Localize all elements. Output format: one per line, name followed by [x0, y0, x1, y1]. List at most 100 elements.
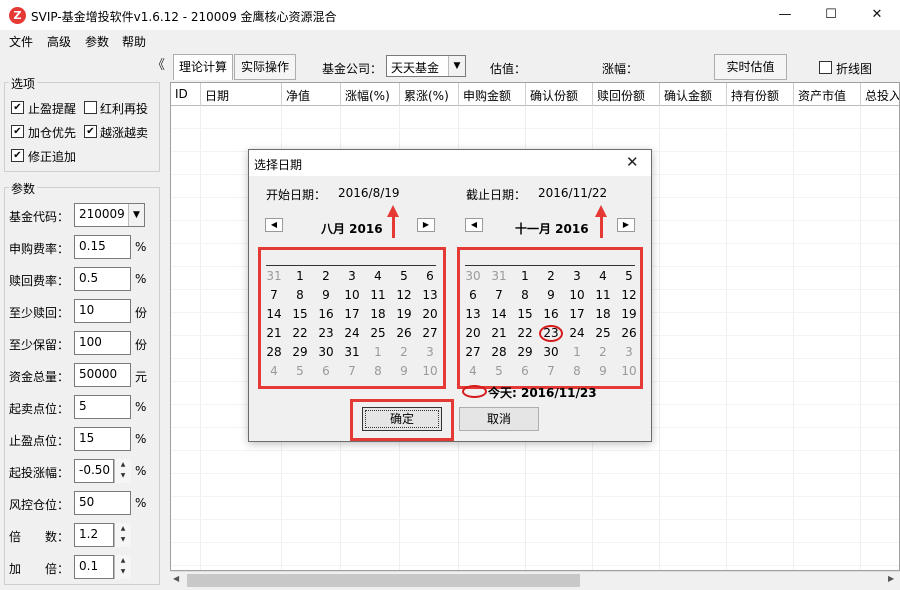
- calendar-day[interactable]: 10: [564, 286, 590, 305]
- calendar-day[interactable]: 16: [313, 305, 339, 324]
- param-input[interactable]: 5: [74, 395, 131, 419]
- calendar-day-circled[interactable]: 23: [538, 324, 564, 343]
- grid-column-header[interactable]: ID: [171, 83, 201, 106]
- next-month-button[interactable]: ▶: [617, 218, 635, 232]
- menu-advanced[interactable]: 高级: [47, 33, 71, 50]
- calendar-day[interactable]: 17: [564, 305, 590, 324]
- calendar-day[interactable]: 12: [616, 286, 642, 305]
- calendar-day[interactable]: 4: [590, 267, 616, 286]
- param-input[interactable]: 0.1: [74, 555, 114, 579]
- calendar-day[interactable]: 31: [261, 267, 287, 286]
- grid-column-header[interactable]: 确认金额: [660, 83, 727, 106]
- calendar-day[interactable]: 21: [486, 324, 512, 343]
- calendar-day[interactable]: 15: [512, 305, 538, 324]
- calendar-day[interactable]: 1: [365, 343, 391, 362]
- calendar-day[interactable]: 15: [287, 305, 313, 324]
- calendar-day[interactable]: 11: [590, 286, 616, 305]
- calendar-day[interactable]: 29: [287, 343, 313, 362]
- spinner-icon[interactable]: ▲ ▼: [114, 555, 131, 579]
- grid-column-header[interactable]: 资产市值: [794, 83, 861, 106]
- maximize-button[interactable]: ☐: [808, 0, 854, 30]
- grid-column-header[interactable]: 净值: [282, 83, 341, 106]
- calendar-day[interactable]: 20: [460, 324, 486, 343]
- param-input[interactable]: 15: [74, 427, 131, 451]
- grid-column-header[interactable]: 赎回份额: [593, 83, 660, 106]
- dividend-reinvest-checkbox[interactable]: [84, 101, 97, 114]
- calendar-day[interactable]: 26: [391, 324, 417, 343]
- calendar-day[interactable]: 14: [261, 305, 287, 324]
- calendar-day[interactable]: 6: [313, 362, 339, 381]
- grid-column-header[interactable]: 累涨(%): [400, 83, 459, 106]
- grid-column-header[interactable]: 总投入: [861, 83, 899, 106]
- tab-theory-calc[interactable]: 理论计算: [173, 54, 233, 80]
- calendar-day[interactable]: 12: [391, 286, 417, 305]
- tab-actual-operation[interactable]: 实际操作: [234, 54, 296, 80]
- cancel-button[interactable]: 取消: [459, 407, 539, 431]
- prev-month-button[interactable]: ◀: [265, 218, 283, 232]
- chevron-down-icon[interactable]: ▼: [128, 204, 144, 226]
- calendar-day[interactable]: 25: [590, 324, 616, 343]
- grid-column-header[interactable]: 日期: [201, 83, 282, 106]
- chevron-down-icon[interactable]: ▼: [448, 56, 465, 76]
- calendar-day[interactable]: 7: [538, 362, 564, 381]
- calendar-day[interactable]: 10: [339, 286, 365, 305]
- calendar-day[interactable]: 16: [538, 305, 564, 324]
- menu-help[interactable]: 帮助: [122, 33, 146, 50]
- ok-button[interactable]: 确定: [362, 407, 442, 431]
- spinner-icon[interactable]: ▲ ▼: [114, 459, 131, 483]
- calendar-day[interactable]: 10: [616, 362, 642, 381]
- calendar-day[interactable]: 9: [391, 362, 417, 381]
- calendar-day[interactable]: 23: [313, 324, 339, 343]
- calendar-day[interactable]: 31: [339, 343, 365, 362]
- calendar-day[interactable]: 30: [460, 267, 486, 286]
- calendar-day[interactable]: 8: [365, 362, 391, 381]
- fund-code-select[interactable]: 210009 ▼: [74, 203, 145, 227]
- param-input[interactable]: 10: [74, 299, 131, 323]
- calendar-day[interactable]: 19: [616, 305, 642, 324]
- grid-column-header[interactable]: 涨幅(%): [341, 83, 400, 106]
- calendar-day[interactable]: 22: [287, 324, 313, 343]
- menu-params[interactable]: 参数: [85, 33, 109, 50]
- calendar-day[interactable]: 6: [417, 267, 443, 286]
- calendar-day[interactable]: 21: [261, 324, 287, 343]
- calendar-day[interactable]: 13: [460, 305, 486, 324]
- calendar-day[interactable]: 3: [417, 343, 443, 362]
- calendar-day[interactable]: 9: [590, 362, 616, 381]
- param-input[interactable]: 0.5: [74, 267, 131, 291]
- calendar-day[interactable]: 8: [512, 286, 538, 305]
- calendar-day[interactable]: 28: [261, 343, 287, 362]
- calendar-day[interactable]: 2: [538, 267, 564, 286]
- fund-company-select[interactable]: 天天基金 ▼: [386, 55, 466, 77]
- take-profit-alert-checkbox[interactable]: ✔: [11, 101, 24, 114]
- calendar-day[interactable]: 1: [287, 267, 313, 286]
- scroll-left-icon[interactable]: ◀: [173, 574, 179, 583]
- param-input[interactable]: -0.50: [74, 459, 114, 483]
- param-input[interactable]: 50: [74, 491, 131, 515]
- calendar-day[interactable]: 27: [417, 324, 443, 343]
- calendar-day[interactable]: 9: [313, 286, 339, 305]
- grid-column-header[interactable]: 确认份额: [526, 83, 593, 106]
- calendar-day[interactable]: 6: [460, 286, 486, 305]
- menu-file[interactable]: 文件: [9, 33, 33, 50]
- today-label[interactable]: 今天: 2016/11/23: [488, 384, 597, 401]
- scrollbar-thumb[interactable]: [187, 574, 580, 587]
- calendar-day[interactable]: 7: [339, 362, 365, 381]
- calendar-day[interactable]: 30: [538, 343, 564, 362]
- calendar-day[interactable]: 18: [365, 305, 391, 324]
- calendar-day[interactable]: 26: [616, 324, 642, 343]
- calendar-day[interactable]: 2: [590, 343, 616, 362]
- param-input[interactable]: 50000: [74, 363, 131, 387]
- correction-append-checkbox[interactable]: ✔: [11, 149, 24, 162]
- scroll-right-icon[interactable]: ▶: [888, 574, 894, 583]
- calendar-day[interactable]: 25: [365, 324, 391, 343]
- calendar-day[interactable]: 17: [339, 305, 365, 324]
- calendar-day[interactable]: 8: [564, 362, 590, 381]
- calendar-day[interactable]: 10: [417, 362, 443, 381]
- calendar-day[interactable]: 9: [538, 286, 564, 305]
- calendar-day[interactable]: 6: [512, 362, 538, 381]
- calendar-day[interactable]: 28: [486, 343, 512, 362]
- spinner-icon[interactable]: ▲ ▼: [114, 523, 131, 547]
- calendar-day[interactable]: 8: [287, 286, 313, 305]
- minimize-button[interactable]: —: [762, 0, 808, 30]
- line-chart-checkbox[interactable]: [819, 61, 832, 74]
